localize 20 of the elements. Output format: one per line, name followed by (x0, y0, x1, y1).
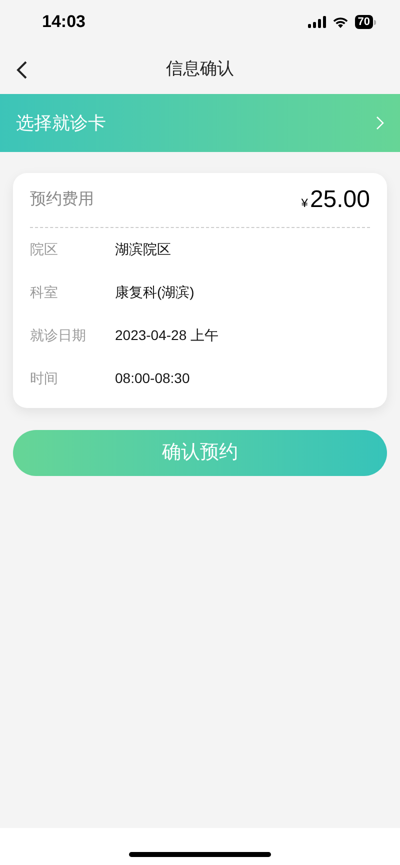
wifi-icon (332, 16, 349, 28)
signal-icon (308, 16, 326, 28)
confirm-button[interactable]: 确认预约 (13, 430, 387, 476)
currency-symbol: ¥ (301, 195, 308, 212)
field-value: 2023-04-28 上午 (115, 326, 219, 345)
field-label: 科室 (30, 283, 59, 302)
field-value: 湖滨院区 (115, 240, 171, 259)
page-title: 信息确认 (166, 58, 234, 80)
card-selector[interactable]: 选择就诊卡 (0, 94, 400, 152)
fee-label: 预约费用 (30, 190, 94, 210)
field-label: 就诊日期 (30, 326, 87, 345)
status-time: 14:03 (42, 11, 86, 34)
field-value: 08:00-08:30 (115, 369, 190, 388)
field-label: 时间 (30, 369, 59, 388)
field-value: 康复科(湖滨) (115, 283, 194, 302)
battery-indicator: 70 (354, 15, 373, 29)
back-icon[interactable] (16, 61, 28, 79)
fee-amount: 25.00 (310, 185, 370, 215)
chevron-right-icon (376, 116, 384, 130)
field-label: 院区 (30, 240, 59, 259)
